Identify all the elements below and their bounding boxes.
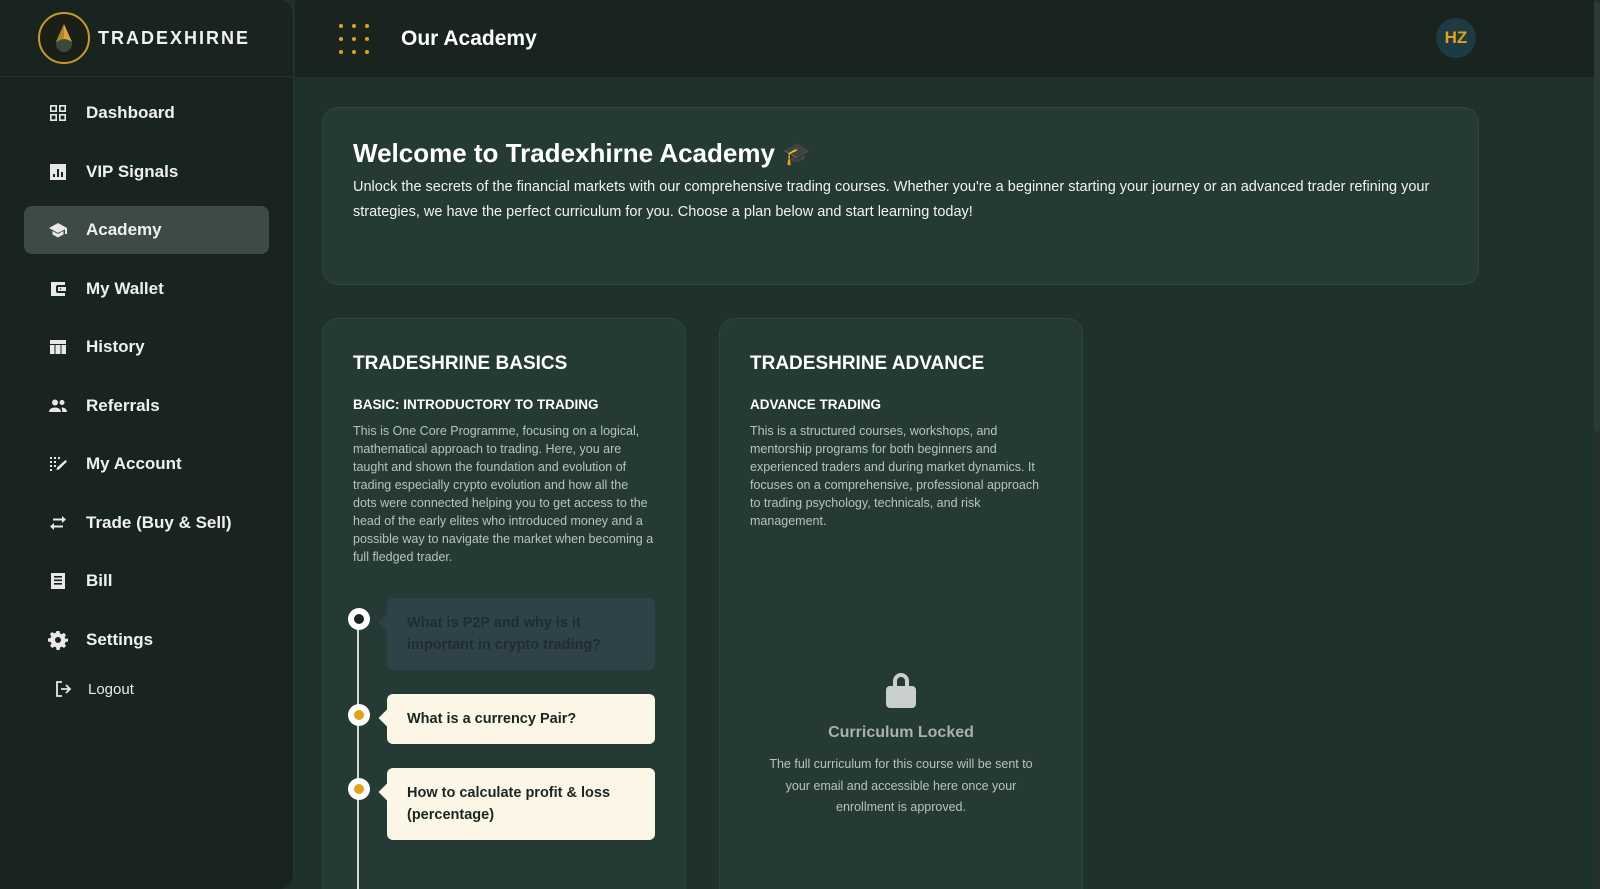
welcome-text: Unlock the secrets of the financial mark… — [353, 179, 1430, 220]
sidebar-item-label: History — [86, 337, 145, 356]
chart-icon — [48, 162, 68, 182]
sidebar-item-label: My Wallet — [86, 278, 164, 298]
timeline-dot — [348, 778, 370, 800]
graduation-cap-icon — [48, 220, 68, 240]
brand[interactable]: TRADEXHIRNE — [0, 0, 293, 77]
account-icon — [48, 454, 68, 474]
lesson-item[interactable]: How to calculate profit & loss (percenta… — [348, 768, 655, 840]
top-header: Our Academy HZ — [295, 0, 1600, 77]
welcome-card: Welcome to Tradexhirne Academy 🎓 Unlock … — [322, 107, 1479, 285]
sidebar-item-label: Academy — [86, 220, 162, 239]
course-description: This is One Core Programme, focusing on … — [353, 424, 654, 564]
sidebar-item-bill[interactable]: Bill — [24, 557, 269, 605]
sidebar-item-label: Bill — [86, 571, 113, 590]
course-subtitle: ADVANCE TRADING — [750, 397, 881, 412]
sidebar-item-dashboard[interactable]: Dashboard — [24, 89, 269, 137]
sidebar-item-label: Settings — [86, 629, 154, 649]
course-card-advance: TRADESHRINE ADVANCE ADVANCE TRADING This… — [719, 318, 1083, 889]
course-card-basics: TRADESHRINE BASICS BASIC: INTRODUCTORY T… — [322, 318, 686, 889]
graduation-cap-emoji-icon: 🎓 — [782, 140, 811, 166]
sidebar-nav: Dashboard VIP Signals Academy My Wallet … — [0, 77, 293, 664]
lesson-card-p2p[interactable]: What is P2P and why is it important in c… — [387, 598, 655, 670]
timeline-dot-current — [348, 608, 370, 630]
sidebar-item-label: VIP Signals — [86, 161, 179, 181]
logout-label: Logout — [88, 680, 134, 698]
avatar[interactable]: HZ — [1436, 18, 1476, 58]
brand-name: TRADEXHIRNE — [98, 27, 251, 48]
apps-grid-icon[interactable] — [339, 23, 369, 54]
lock-icon — [720, 671, 1082, 714]
sidebar-item-vip-signals[interactable]: VIP Signals — [24, 148, 269, 196]
wallet-icon — [48, 279, 68, 299]
lesson-timeline: What is P2P and why is it important in c… — [348, 598, 655, 889]
lesson-card-profit-loss[interactable]: How to calculate profit & loss (percenta… — [387, 768, 655, 840]
welcome-heading: Welcome to Tradexhirne Academy 🎓 — [353, 138, 1448, 169]
curriculum-locked: Curriculum Locked The full curriculum fo… — [720, 671, 1082, 819]
lesson-item[interactable]: What is a currency Pair? — [348, 694, 655, 744]
scrollbar[interactable] — [1594, 0, 1600, 889]
dashboard-icon — [48, 103, 68, 123]
timeline-line — [357, 618, 359, 889]
logout-icon — [56, 681, 72, 697]
sidebar-item-label: My Account — [86, 454, 182, 473]
locked-text: The full curriculum for this course will… — [769, 757, 1033, 814]
sidebar-item-my-account[interactable]: My Account — [24, 440, 269, 488]
sidebar: TRADEXHIRNE Dashboard VIP Signals Academ… — [0, 0, 294, 889]
page-title: Our Academy — [401, 26, 537, 50]
welcome-title: Welcome to Tradexhirne Academy — [353, 138, 775, 168]
logout-button[interactable]: Logout — [54, 674, 293, 704]
sidebar-item-label: Trade (Buy & Sell) — [86, 512, 232, 532]
gear-icon — [48, 630, 68, 650]
receipt-icon — [48, 571, 68, 591]
history-table-icon — [48, 337, 68, 357]
locked-title: Curriculum Locked — [828, 724, 974, 741]
scrollbar-thumb[interactable] — [1594, 2, 1600, 432]
lesson-item[interactable]: What is P2P and why is it important in c… — [348, 598, 655, 670]
sidebar-item-settings[interactable]: Settings — [24, 616, 269, 664]
people-icon — [48, 396, 68, 416]
sidebar-item-trade[interactable]: Trade (Buy & Sell) — [24, 499, 269, 547]
sidebar-item-my-wallet[interactable]: My Wallet — [24, 265, 269, 313]
sidebar-item-label: Referrals — [86, 395, 160, 415]
sidebar-item-label: Dashboard — [86, 103, 175, 122]
course-title: TRADESHRINE BASICS — [353, 353, 568, 374]
sidebar-item-referrals[interactable]: Referrals — [24, 382, 269, 430]
sidebar-item-history[interactable]: History — [24, 323, 269, 371]
course-subtitle: BASIC: INTRODUCTORY TO TRADING — [353, 397, 599, 412]
lesson-card-currency-pair[interactable]: What is a currency Pair? — [387, 694, 655, 744]
course-description: This is a structured courses, workshops,… — [750, 424, 1040, 528]
swap-arrows-icon — [48, 513, 68, 533]
course-title: TRADESHRINE ADVANCE — [750, 353, 985, 374]
timeline-dot — [348, 704, 370, 726]
sidebar-item-academy[interactable]: Academy — [24, 206, 269, 254]
brand-logo-icon — [38, 12, 90, 64]
